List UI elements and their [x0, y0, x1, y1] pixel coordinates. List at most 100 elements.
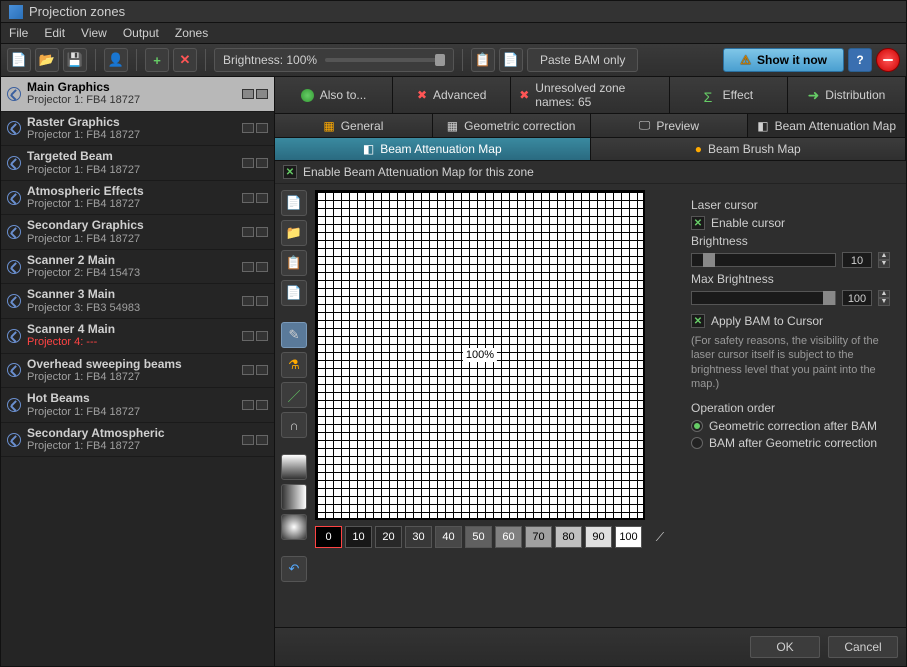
- percent-80[interactable]: 80: [555, 526, 582, 548]
- tab-unresolved[interactable]: ✖Unresolved zone names: 65: [511, 77, 670, 113]
- dialog-footer: OK Cancel: [275, 627, 906, 666]
- enable-bam-row: Enable Beam Attenuation Map for this zon…: [275, 161, 906, 184]
- menu-edit[interactable]: Edit: [44, 26, 65, 40]
- paste-icon-button[interactable]: 📄: [499, 48, 523, 72]
- bam-grid[interactable]: 100%: [315, 190, 645, 520]
- user-button[interactable]: 👤: [104, 48, 128, 72]
- tool-pencil[interactable]: ✎: [281, 322, 307, 348]
- tab-also-to[interactable]: Also to...: [275, 77, 393, 113]
- percent-40[interactable]: 40: [435, 526, 462, 548]
- cursor-brightness-slider[interactable]: [691, 253, 836, 267]
- max-brightness-heading: Max Brightness: [691, 272, 890, 286]
- enable-cursor-checkbox[interactable]: [691, 216, 705, 230]
- zone-item[interactable]: Scanner 4 Main Projector 4: ---: [1, 319, 274, 354]
- menu-zones[interactable]: Zones: [175, 26, 208, 40]
- radio-bam-after-geo[interactable]: [691, 437, 703, 449]
- zone-item[interactable]: Raster Graphics Projector 1: FB4 18727: [1, 112, 274, 147]
- zone-status-icon: [7, 121, 21, 135]
- ok-button[interactable]: OK: [750, 636, 820, 658]
- percent-50[interactable]: 50: [465, 526, 492, 548]
- zone-list[interactable]: Main Graphics Projector 1: FB4 18727 Ras…: [1, 77, 275, 666]
- zone-item[interactable]: Main Graphics Projector 1: FB4 18727: [1, 77, 274, 112]
- help-button[interactable]: ?: [848, 48, 872, 72]
- new-button[interactable]: 📄: [7, 48, 31, 72]
- zone-projector: Projector 4: ---: [27, 336, 236, 349]
- apply-bam-checkbox[interactable]: [691, 314, 705, 328]
- tab-row-3: ◧Beam Attenuation Map ●Beam Brush Map: [275, 138, 906, 161]
- paste-bam-button[interactable]: Paste BAM only: [527, 48, 638, 72]
- tool-radial[interactable]: [281, 514, 307, 540]
- brightness-slider[interactable]: [325, 58, 445, 62]
- zone-item[interactable]: Secondary Graphics Projector 1: FB4 1872…: [1, 215, 274, 250]
- zone-item[interactable]: Hot Beams Projector 1: FB4 18727: [1, 388, 274, 423]
- zone-status-icon: [7, 294, 21, 308]
- brightness-control[interactable]: Brightness: 100%: [214, 48, 454, 72]
- zone-preview-boxes: [242, 89, 268, 99]
- enable-bam-checkbox[interactable]: [283, 165, 297, 179]
- grid-center-label: 100%: [463, 348, 497, 362]
- delete-button[interactable]: ✕: [173, 48, 197, 72]
- cursor-brightness-value[interactable]: 10: [842, 252, 872, 268]
- editor-tools: 📄 📁 📋 📄 ✎ ⚗ ／ ∩ ↶: [281, 190, 309, 621]
- max-brightness-spinner[interactable]: ▲▼: [878, 290, 890, 306]
- zone-item[interactable]: Targeted Beam Projector 1: FB4 18727: [1, 146, 274, 181]
- enable-bam-label: Enable Beam Attenuation Map for this zon…: [303, 165, 534, 179]
- tab-general[interactable]: ▦General: [275, 114, 433, 137]
- menu-output[interactable]: Output: [123, 26, 159, 40]
- tool-paste[interactable]: 📄: [281, 280, 307, 306]
- zone-name: Raster Graphics: [27, 115, 236, 129]
- tab-distribution[interactable]: ➜Distribution: [788, 77, 906, 113]
- tool-grad2[interactable]: [281, 484, 307, 510]
- tool-new[interactable]: 📄: [281, 190, 307, 216]
- zone-item[interactable]: Overhead sweeping beams Projector 1: FB4…: [1, 354, 274, 389]
- tool-magnet[interactable]: ∩: [281, 412, 307, 438]
- add-button[interactable]: +: [145, 48, 169, 72]
- tool-undo[interactable]: ↶: [281, 556, 307, 582]
- show-it-now-button[interactable]: Show it now: [723, 48, 844, 72]
- percent-30[interactable]: 30: [405, 526, 432, 548]
- zone-item[interactable]: Atmospheric Effects Projector 1: FB4 187…: [1, 181, 274, 216]
- open-button[interactable]: 📂: [35, 48, 59, 72]
- brightness-heading: Brightness: [691, 234, 890, 248]
- zone-item[interactable]: Scanner 2 Main Projector 2: FB4 15473: [1, 250, 274, 285]
- copy-button[interactable]: 📋: [471, 48, 495, 72]
- zone-item[interactable]: Scanner 3 Main Projector 3: FB3 54983: [1, 284, 274, 319]
- tool-grad1[interactable]: [281, 454, 307, 480]
- tab-geo[interactable]: ▦Geometric correction: [433, 114, 591, 137]
- close-button[interactable]: [876, 48, 900, 72]
- percent-20[interactable]: 20: [375, 526, 402, 548]
- zone-preview-boxes: [242, 435, 268, 445]
- max-brightness-value[interactable]: 100: [842, 290, 872, 306]
- percent-90[interactable]: 90: [585, 526, 612, 548]
- tab-preview[interactable]: 🖵Preview: [591, 114, 749, 137]
- zone-preview-boxes: [242, 262, 268, 272]
- subtab-bam[interactable]: ◧Beam Attenuation Map: [275, 138, 591, 160]
- save-button[interactable]: 💾: [63, 48, 87, 72]
- eyedropper-icon[interactable]: ⟋: [651, 528, 669, 546]
- tool-open[interactable]: 📁: [281, 220, 307, 246]
- tool-copy[interactable]: 📋: [281, 250, 307, 276]
- cancel-button[interactable]: Cancel: [828, 636, 898, 658]
- zone-name: Overhead sweeping beams: [27, 357, 236, 371]
- zone-projector: Projector 1: FB4 18727: [27, 406, 236, 419]
- tab-effect[interactable]: ΣEffect: [670, 77, 788, 113]
- zone-name: Scanner 4 Main: [27, 322, 236, 336]
- subtab-brush[interactable]: ●Beam Brush Map: [591, 138, 907, 160]
- radio-geo-after-bam[interactable]: [691, 420, 703, 432]
- app-icon: [9, 5, 23, 19]
- menu-file[interactable]: File: [9, 26, 28, 40]
- percent-10[interactable]: 10: [345, 526, 372, 548]
- zone-name: Scanner 2 Main: [27, 253, 236, 267]
- menu-view[interactable]: View: [81, 26, 107, 40]
- tab-bam[interactable]: ◧Beam Attenuation Map: [748, 114, 906, 137]
- cursor-brightness-spinner[interactable]: ▲▼: [878, 252, 890, 268]
- tool-spray[interactable]: ⚗: [281, 352, 307, 378]
- tool-brush[interactable]: ／: [281, 382, 307, 408]
- zone-item[interactable]: Secondary Atmospheric Projector 1: FB4 1…: [1, 423, 274, 458]
- percent-100[interactable]: 100: [615, 526, 642, 548]
- max-brightness-slider[interactable]: [691, 291, 836, 305]
- percent-60[interactable]: 60: [495, 526, 522, 548]
- percent-70[interactable]: 70: [525, 526, 552, 548]
- percent-0[interactable]: 0: [315, 526, 342, 548]
- tab-advanced[interactable]: ✖Advanced: [393, 77, 511, 113]
